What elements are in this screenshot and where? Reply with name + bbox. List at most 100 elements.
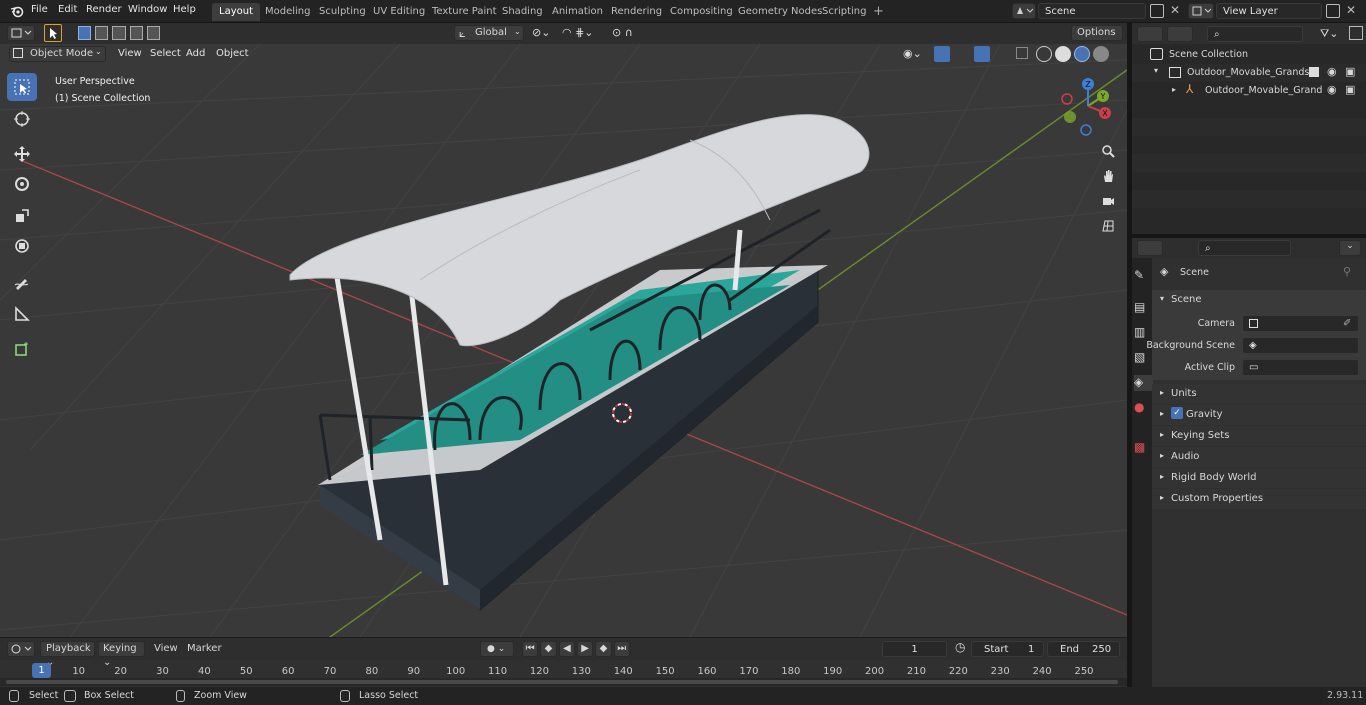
texture-properties-icon[interactable]: ▩: [1134, 440, 1150, 456]
new-collection-icon[interactable]: [1349, 26, 1363, 40]
end-frame-field[interactable]: End 250: [1047, 641, 1120, 657]
annotate-tool[interactable]: [7, 269, 37, 297]
menu-render[interactable]: Render: [86, 4, 122, 15]
menu-edit[interactable]: Edit: [58, 4, 77, 15]
solid-shading-icon[interactable]: [1055, 46, 1071, 62]
tab-sculpting[interactable]: Sculpting: [312, 3, 373, 21]
tab-rendering[interactable]: Rendering: [604, 3, 669, 21]
menu-object[interactable]: Object: [216, 48, 249, 59]
camera-field[interactable]: ✐: [1242, 315, 1359, 332]
menu-window[interactable]: Window: [128, 4, 167, 15]
eyedropper-icon[interactable]: ✐: [1343, 316, 1351, 331]
tab-texture-paint[interactable]: Texture Paint: [425, 3, 504, 21]
output-properties-icon[interactable]: ▥: [1134, 325, 1150, 341]
timeline-scrollbar[interactable]: [0, 678, 1127, 686]
render-properties-icon[interactable]: ▤: [1134, 300, 1150, 316]
background-scene-field[interactable]: ◈: [1242, 337, 1359, 354]
scene-browse-button[interactable]: [1012, 3, 1036, 19]
new-scene-icon[interactable]: [1150, 4, 1164, 18]
outliner-editor-type-button[interactable]: [1137, 26, 1163, 42]
scale-tool[interactable]: [7, 202, 37, 230]
rendered-shading-icon[interactable]: [1093, 46, 1109, 62]
properties-search-input[interactable]: ⌕: [1198, 240, 1291, 256]
proportional-edit-icon[interactable]: ⊙ ∩: [612, 26, 656, 41]
properties-editor-type-button[interactable]: [1137, 240, 1163, 256]
wireframe-shading-icon[interactable]: [1036, 46, 1052, 62]
new-view-layer-icon[interactable]: [1326, 4, 1340, 18]
next-keyframe-icon[interactable]: ◆: [595, 641, 612, 657]
auto-keying-button[interactable]: ● ⌄: [480, 641, 514, 657]
tool-settings-icon[interactable]: ✎: [1134, 268, 1150, 284]
outliner-row-collection[interactable]: ▾ Outdoor_Movable_Grandstan ◉ ▣: [1132, 64, 1366, 82]
tab-compositing[interactable]: Compositing: [663, 3, 740, 21]
prev-keyframe-icon[interactable]: ◆: [540, 641, 557, 657]
remove-view-layer-icon[interactable]: ✕: [1346, 3, 1356, 17]
pan-hand-icon[interactable]: [1097, 165, 1119, 187]
editor-type-button[interactable]: [7, 25, 35, 41]
object-mode-dropdown[interactable]: Object Mode ⌄: [9, 46, 106, 62]
menu-view[interactable]: View: [118, 48, 142, 59]
view-layer-browse-button[interactable]: [1188, 3, 1214, 19]
tab-animation[interactable]: Animation: [545, 3, 610, 21]
timeline-marker-menu[interactable]: Marker: [187, 643, 222, 654]
expand-arrow-icon[interactable]: ▾: [1154, 66, 1158, 75]
world-properties-icon[interactable]: ●: [1134, 400, 1150, 416]
gravity-checkbox[interactable]: ✓: [1171, 407, 1183, 419]
pivot-point-icon[interactable]: ⊘⌄: [532, 26, 558, 41]
eye-icon[interactable]: ◉: [1327, 83, 1337, 96]
timeline-editor-type-button[interactable]: [7, 641, 35, 657]
outliner-row-root[interactable]: Scene Collection: [1132, 46, 1366, 64]
filter-icon[interactable]: ⛛⌄: [1320, 27, 1338, 41]
expand-arrow-icon[interactable]: ▸: [1172, 85, 1176, 94]
tab-shading[interactable]: Shading: [495, 3, 550, 21]
menu-select[interactable]: Select: [150, 48, 181, 59]
menu-add[interactable]: Add: [186, 48, 205, 59]
add-cube-tool[interactable]: [7, 335, 37, 363]
cursor-tool[interactable]: [7, 105, 37, 133]
active-clip-field[interactable]: ▭: [1242, 359, 1359, 376]
3d-viewport[interactable]: User Perspective (1) Scene Collection Z: [0, 44, 1127, 637]
scene-name-field[interactable]: Scene: [1038, 3, 1146, 19]
select-extend-icon[interactable]: [95, 26, 109, 40]
outliner-row-object[interactable]: ▸ ⅄ Outdoor_Movable_Grand ◉ ▣: [1132, 82, 1366, 100]
zoom-icon[interactable]: [1097, 140, 1119, 162]
display-mode-button[interactable]: [1167, 26, 1193, 42]
play-reverse-icon[interactable]: ◀: [558, 641, 575, 657]
orthographic-grid-icon[interactable]: [1097, 215, 1119, 237]
custom-properties-panel[interactable]: ▸ Custom Properties: [1152, 489, 1366, 509]
outliner-search-input[interactable]: ⌕: [1207, 26, 1303, 42]
select-invert-icon[interactable]: [129, 26, 143, 40]
audio-panel[interactable]: ▸ Audio: [1152, 447, 1366, 467]
move-tool[interactable]: [7, 140, 37, 168]
tab-layout[interactable]: Layout: [212, 3, 260, 21]
start-frame-field[interactable]: Start 1: [971, 641, 1044, 657]
play-icon[interactable]: ▶: [576, 641, 594, 657]
checkbox-icon[interactable]: [1309, 67, 1319, 77]
gravity-panel[interactable]: ▸ ✓ Gravity: [1152, 405, 1366, 425]
playback-menu[interactable]: Playback ⌄: [40, 641, 95, 668]
xray-icon[interactable]: [1016, 47, 1028, 59]
close-icon[interactable]: ✕: [1170, 3, 1180, 17]
material-preview-icon[interactable]: [1074, 46, 1090, 62]
camera-icon[interactable]: ▣: [1345, 65, 1355, 78]
select-mode-tweak-button[interactable]: [44, 24, 62, 42]
current-frame-field[interactable]: 1: [882, 641, 947, 657]
gizmo-toggle-icon[interactable]: [934, 46, 950, 62]
menu-file[interactable]: File: [31, 4, 48, 15]
select-box-tool[interactable]: [7, 73, 37, 101]
scene-properties-icon[interactable]: ◈: [1134, 375, 1153, 391]
add-workspace-button[interactable]: +: [866, 3, 891, 21]
menu-help[interactable]: Help: [173, 4, 196, 15]
keying-sets-panel[interactable]: ▸ Keying Sets: [1152, 426, 1366, 446]
camera-icon[interactable]: ▣: [1345, 83, 1355, 96]
view-layer-properties-icon[interactable]: ▧: [1134, 350, 1150, 366]
navigation-gizmo[interactable]: Z Y X: [1055, 74, 1121, 140]
measure-tool[interactable]: [7, 300, 37, 328]
eye-icon[interactable]: ◉: [1327, 65, 1337, 78]
tab-modeling[interactable]: Modeling: [258, 3, 318, 21]
tab-uv-editing[interactable]: UV Editing: [366, 3, 432, 21]
snap-magnet-icon[interactable]: ◠ ⋕⌄: [562, 26, 608, 41]
playhead-frame-marker[interactable]: 1: [32, 663, 51, 678]
transform-orientation-dropdown[interactable]: ⟀ Global ⌄: [454, 25, 524, 41]
timeline-view-menu[interactable]: View: [154, 643, 178, 654]
